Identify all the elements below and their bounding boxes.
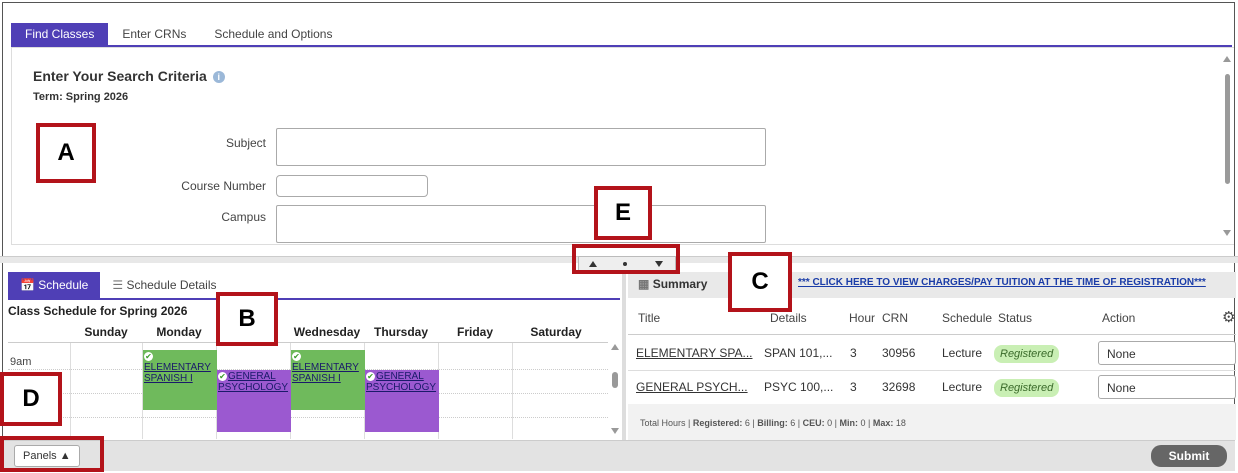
day-header: Wednesday xyxy=(293,325,361,339)
term-label: Term: Spring 2026 xyxy=(33,91,129,103)
summary-header: ▦ Summary *** CLICK HERE TO VIEW CHARGES… xyxy=(628,272,1236,298)
registered-value: 6 xyxy=(744,418,750,428)
schedule-title: Class Schedule for Spring 2026 xyxy=(8,304,188,318)
campus-input[interactable] xyxy=(276,205,766,243)
annotation-c: C xyxy=(728,252,792,312)
tab-schedule[interactable]: 📅 Schedule xyxy=(8,272,101,298)
min-label: Min: xyxy=(839,418,859,428)
info-icon[interactable]: i xyxy=(212,71,225,83)
scroll-thumb[interactable] xyxy=(612,372,618,388)
totals-label: Total Hours | xyxy=(640,418,691,428)
row-hours: 3 xyxy=(850,380,857,394)
scroll-thumb[interactable] xyxy=(1225,74,1230,184)
column-header-hours[interactable]: Hour xyxy=(849,303,879,333)
course-number-input[interactable] xyxy=(276,175,428,197)
action-select[interactable]: None xyxy=(1098,375,1236,399)
check-icon: ✔ xyxy=(292,352,301,361)
column-header-status[interactable]: Status xyxy=(998,303,1032,333)
row-title[interactable]: ELEMENTARY SPA... xyxy=(636,336,761,370)
schedule-tab-underline xyxy=(8,298,620,300)
class-event[interactable]: ✔ GENERAL PSYCHOLOGY xyxy=(365,370,439,432)
summary-title: ▦ Summary xyxy=(638,277,708,291)
scroll-up-icon[interactable] xyxy=(611,344,619,350)
row-details: PSYC 100,... xyxy=(764,380,834,394)
column-header-crn[interactable]: CRN xyxy=(882,303,908,333)
scroll-down-icon[interactable] xyxy=(1223,230,1231,236)
annotation-d: D xyxy=(0,372,62,426)
class-event[interactable]: ✔ELEMENTARY SPANISH I xyxy=(291,350,365,410)
row-status: Registered xyxy=(994,336,1060,370)
subject-input[interactable] xyxy=(276,128,766,166)
time-label: 9am xyxy=(10,356,32,368)
tab-schedule-details[interactable]: ☰ Schedule Details xyxy=(100,272,228,298)
scroll-up-icon[interactable] xyxy=(1223,56,1231,62)
search-criteria-heading: Enter Your Search Criteria i xyxy=(33,68,225,84)
campus-label: Campus xyxy=(221,210,266,224)
max-label: Max: xyxy=(872,418,894,428)
annotation-a: A xyxy=(36,123,96,183)
row-title[interactable]: GENERAL PSYCH... xyxy=(636,370,761,404)
min-value: 0 xyxy=(860,418,866,428)
annotation-b: B xyxy=(216,292,278,346)
annotation-d-highlight xyxy=(0,436,104,472)
annotation-e-highlight xyxy=(572,244,680,274)
list-icon: ☰ xyxy=(112,278,124,292)
day-header: Saturday xyxy=(530,325,582,339)
schedule-scrollbar[interactable] xyxy=(610,342,620,438)
row-schedule: Lecture xyxy=(942,380,983,394)
class-event[interactable]: ✔ELEMENTARY SPANISH I xyxy=(143,350,217,410)
annotation-e: E xyxy=(594,186,652,240)
ceu-value: 0 xyxy=(827,418,833,428)
action-select[interactable]: None xyxy=(1098,341,1236,365)
table-row[interactable]: GENERAL PSYCH... PSYC 100,... 3 32698 Le… xyxy=(628,370,1236,405)
tab-schedule-and-options[interactable]: Schedule and Options xyxy=(200,23,346,45)
class-event[interactable]: ✔ GENERAL PSYCHOLOGY xyxy=(217,370,291,432)
check-icon: ✔ xyxy=(366,372,375,381)
column-header-schedule[interactable]: Schedule xyxy=(942,303,992,333)
status-badge: Registered xyxy=(994,379,1060,397)
scroll-down-icon[interactable] xyxy=(611,428,619,434)
totals-line: Total Hours | Registered: 6 | Billing: 6… xyxy=(640,418,906,428)
course-number-label: Course Number xyxy=(181,179,266,193)
row-crn: 32698 xyxy=(882,380,916,394)
check-icon: ✔ xyxy=(144,352,153,361)
status-badge: Registered xyxy=(994,345,1060,363)
day-header: Friday xyxy=(456,325,493,339)
tab-find-classes[interactable]: Find Classes xyxy=(11,23,109,45)
vertical-divider[interactable] xyxy=(622,272,626,440)
row-crn: 30956 xyxy=(882,346,916,360)
check-icon: ✔ xyxy=(218,372,227,381)
pay-tuition-link[interactable]: *** CLICK HERE TO VIEW CHARGES/PAY TUITI… xyxy=(798,277,1206,288)
row-schedule: Lecture xyxy=(942,346,983,360)
main-tabs: Find Classes Enter CRNs Schedule and Opt… xyxy=(11,23,346,45)
column-header-title[interactable]: Title xyxy=(638,303,660,333)
day-header: Monday xyxy=(156,325,202,339)
column-header-action[interactable]: Action xyxy=(1102,303,1135,333)
billing-value: 6 xyxy=(790,418,796,428)
table-row[interactable]: ELEMENTARY SPA... SPAN 101,... 3 30956 L… xyxy=(628,336,1236,371)
grid-row xyxy=(8,417,608,418)
grid-col xyxy=(70,343,71,439)
grid-col xyxy=(512,343,513,439)
day-header: Thursday xyxy=(373,325,428,339)
ceu-label: CEU: xyxy=(802,418,825,428)
billing-label: Billing: xyxy=(757,418,788,428)
subject-label: Subject xyxy=(225,136,266,150)
schedule-tabs: 📅 Schedule ☰ Schedule Details xyxy=(8,272,229,298)
row-status: Registered xyxy=(994,370,1060,404)
settings-gear-icon[interactable]: ⚙ xyxy=(1222,308,1235,326)
header-divider xyxy=(628,334,1236,335)
max-value: 18 xyxy=(895,418,906,428)
calendar-icon: 📅 xyxy=(20,278,35,292)
row-hours: 3 xyxy=(850,346,857,360)
summary-icon: ▦ xyxy=(638,277,650,291)
search-scrollbar[interactable] xyxy=(1222,54,1232,240)
row-details: SPAN 101,... xyxy=(764,346,833,360)
tab-enter-crns[interactable]: Enter CRNs xyxy=(108,23,200,45)
day-header: Sunday xyxy=(84,325,128,339)
footer-bar: Panels ▲ Submit xyxy=(2,440,1235,471)
registered-label: Registered: xyxy=(692,418,743,428)
submit-button[interactable]: Submit xyxy=(1151,445,1227,467)
